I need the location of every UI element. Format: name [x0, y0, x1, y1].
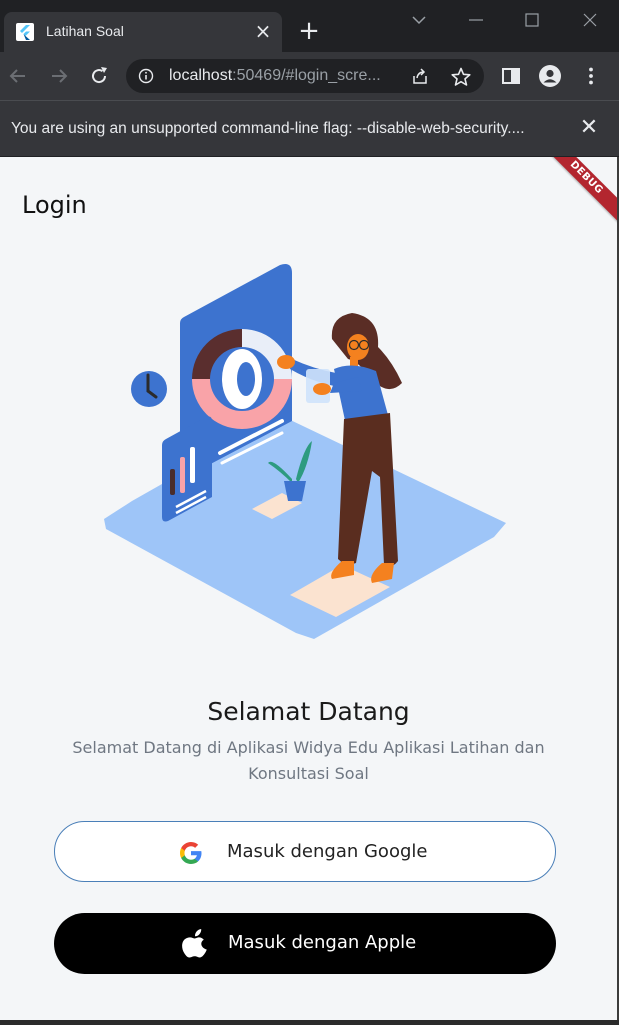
tab-title: Latihan Soal [46, 23, 124, 39]
window-bottom-edge [0, 1020, 619, 1025]
google-sign-in-button[interactable]: Masuk dengan Google [54, 821, 556, 882]
flutter-icon [16, 23, 34, 41]
browser-tabstrip: Latihan Soal × + [0, 0, 619, 52]
kebab-menu-icon[interactable] [579, 64, 603, 88]
url-text[interactable]: localhost:50469/#login_scre... [169, 67, 381, 85]
side-panel-icon[interactable] [499, 64, 523, 88]
reload-icon[interactable] [87, 64, 111, 88]
star-icon[interactable] [450, 66, 472, 88]
welcome-subtitle: Selamat Datang di Aplikasi Widya Edu Apl… [72, 738, 545, 783]
login-illustration [104, 264, 506, 639]
close-icon[interactable]: ✕ [578, 117, 600, 139]
app-viewport: DEBUG Login Selamat Datang Selamat Datan… [0, 157, 617, 1020]
browser-toolbar: localhost:50469/#login_scre... [0, 52, 619, 100]
share-icon[interactable] [410, 67, 430, 87]
close-window-icon[interactable] [580, 10, 600, 30]
welcome-title: Selamat Datang [207, 697, 410, 726]
maximize-icon[interactable] [522, 10, 542, 30]
profile-icon[interactable] [538, 64, 562, 88]
close-tab-icon[interactable]: × [254, 21, 272, 41]
apple-button-label: Masuk dengan Apple [228, 932, 417, 953]
tab-search-chevron-icon[interactable] [409, 10, 429, 30]
info-icon[interactable] [138, 68, 154, 84]
apple-sign-in-button[interactable]: Masuk dengan Apple [54, 913, 556, 974]
infobar-message: You are using an unsupported command-lin… [11, 120, 525, 137]
apple-icon [182, 929, 207, 958]
arrow-left-icon[interactable] [6, 64, 30, 88]
minimize-icon[interactable] [466, 10, 486, 30]
address-bar[interactable]: localhost:50469/#login_scre... [126, 59, 484, 93]
arrow-right-icon[interactable] [47, 64, 71, 88]
browser-tab[interactable]: Latihan Soal × [4, 12, 282, 52]
unsupported-flag-infobar: You are using an unsupported command-lin… [0, 100, 619, 156]
new-tab-button[interactable]: + [296, 18, 322, 45]
google-icon [180, 842, 202, 864]
page-title: Login [22, 191, 87, 219]
google-button-label: Masuk dengan Google [227, 841, 428, 862]
debug-banner: DEBUG [534, 157, 617, 230]
